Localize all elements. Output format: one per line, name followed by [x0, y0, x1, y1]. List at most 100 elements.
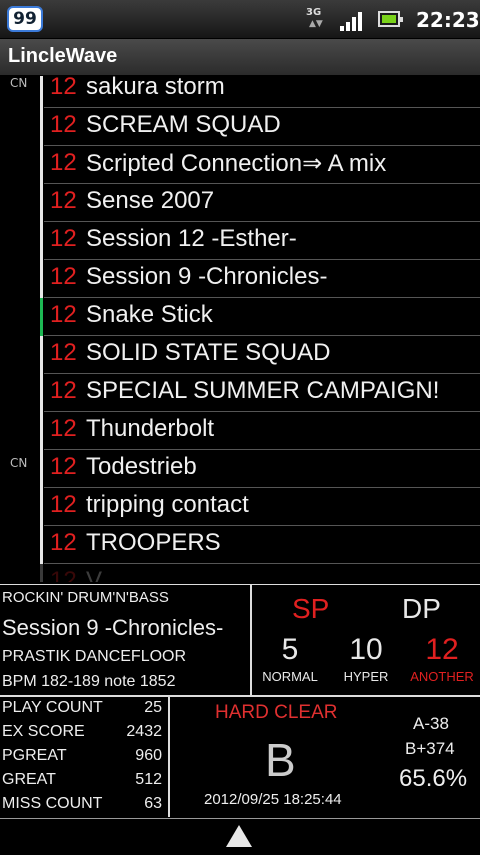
- difficulty-level: 10: [349, 633, 383, 666]
- difficulty-hyper[interactable]: 10 HYPER: [328, 633, 404, 684]
- song-row[interactable]: 12 SPECIAL SUMMER CAMPAIGN!: [0, 374, 480, 412]
- song-level: 12: [50, 76, 77, 100]
- song-row[interactable]: CN 12 sakura storm: [0, 76, 480, 108]
- song-artist: PRASTIK DANCEFLOOR: [2, 648, 187, 665]
- song-level: 12: [50, 263, 77, 290]
- song-list[interactable]: CN 12 sakura storm 12 SCREAM SQUAD 12 Sc…: [0, 76, 480, 582]
- stat-row: PGREAT 960: [0, 745, 166, 769]
- song-name: Todestrieb: [86, 453, 197, 480]
- score-percent: 65.6%: [399, 765, 468, 792]
- song-row[interactable]: 12 Sense 2007: [0, 184, 480, 222]
- stat-row: EX SCORE 2432: [0, 721, 166, 745]
- selected-indicator: [40, 298, 43, 336]
- song-row[interactable]: 12 SCREAM SQUAD: [0, 108, 480, 146]
- stat-label: GREAT: [2, 771, 56, 788]
- song-level: 12: [50, 225, 77, 252]
- arrow-up-icon[interactable]: [226, 825, 252, 847]
- difficulty-level: 5: [281, 633, 299, 666]
- row-indicator: [40, 222, 43, 260]
- bpm-note-info: BPM 182-189 note 1852: [2, 673, 176, 690]
- song-level: 12: [50, 415, 77, 442]
- app-title: LincleWave: [8, 45, 118, 67]
- row-indicator: [40, 488, 43, 526]
- bottom-bar: [0, 818, 480, 855]
- battery-icon: [378, 11, 403, 27]
- clear-lamp: HARD CLEAR: [215, 702, 338, 723]
- app-title-bar: LincleWave: [0, 39, 480, 75]
- stat-row: PLAY COUNT 25: [0, 697, 166, 721]
- song-row[interactable]: 12 V: [0, 564, 480, 582]
- stat-label: EX SCORE: [2, 723, 85, 740]
- difficulty-another[interactable]: 12 ANOTHER: [404, 633, 480, 684]
- song-name: tripping contact: [86, 491, 249, 518]
- song-row[interactable]: 12 Scripted Connection⇒ A mix: [0, 146, 480, 184]
- dp-mode-button[interactable]: DP: [402, 593, 441, 625]
- song-name: Scripted Connection⇒ A mix: [86, 150, 387, 177]
- song-name: sakura storm: [86, 76, 225, 100]
- stat-value: 25: [144, 699, 162, 716]
- row-indicator: [40, 108, 43, 146]
- song-row[interactable]: 12 Thunderbolt: [0, 412, 480, 450]
- song-row[interactable]: 12 Session 9 -Chronicles-: [0, 260, 480, 298]
- song-row[interactable]: 12 tripping contact: [0, 488, 480, 526]
- song-detail-panel: ROCKIN' DRUM'N'BASS Session 9 -Chronicle…: [0, 584, 480, 817]
- row-indicator: [40, 564, 43, 582]
- row-indicator: [40, 336, 43, 374]
- stat-value: 63: [144, 795, 162, 812]
- dj-grade: B: [265, 734, 296, 786]
- difficulty-label: HYPER: [343, 669, 389, 684]
- score-stats: PLAY COUNT 25 EX SCORE 2432 PGREAT 960 G…: [0, 697, 170, 817]
- chart-type-tag: CN: [10, 456, 28, 470]
- difficulty-level: 12: [425, 633, 459, 666]
- song-name: Session 9 -Chronicles-: [86, 263, 328, 290]
- song-info: ROCKIN' DRUM'N'BASS Session 9 -Chronicle…: [0, 585, 252, 695]
- song-name: Session 12 -Esther-: [86, 225, 297, 252]
- song-row[interactable]: 12 TROOPERS: [0, 526, 480, 564]
- song-level: 12: [50, 529, 77, 556]
- row-indicator: [40, 76, 43, 108]
- song-name: Snake Stick: [86, 301, 213, 328]
- network-type: 3G: [306, 7, 322, 18]
- status-bar: 99 3G ▲▼ 22:23: [0, 0, 480, 39]
- song-name: SCREAM SQUAD: [86, 111, 281, 138]
- stat-value: 512: [135, 771, 162, 788]
- chart-type-tag: CN: [10, 76, 28, 90]
- song-name: SOLID STATE SQUAD: [86, 339, 331, 366]
- song-level: 12: [50, 453, 77, 480]
- song-level: 12: [50, 567, 77, 582]
- row-indicator: [40, 374, 43, 412]
- song-level: 12: [50, 301, 77, 328]
- difficulty-label: ANOTHER: [410, 669, 474, 684]
- song-level: 12: [50, 187, 77, 214]
- song-row[interactable]: 12 Session 12 -Esther-: [0, 222, 480, 260]
- song-title: Session 9 -Chronicles-: [2, 615, 224, 640]
- difficulty-normal[interactable]: 5 NORMAL: [252, 633, 328, 684]
- play-date: 2012/09/25 18:25:44: [204, 791, 342, 808]
- song-name: SPECIAL SUMMER CAMPAIGN!: [86, 377, 440, 404]
- stat-label: PLAY COUNT: [2, 699, 103, 716]
- song-row-selected[interactable]: 12 Snake Stick: [0, 298, 480, 336]
- difficulty-selector: SP DP 5 NORMAL 10 HYPER 12 ANOTHER: [252, 585, 480, 695]
- song-row[interactable]: CN 12 Todestrieb: [0, 450, 480, 488]
- stat-label: PGREAT: [2, 747, 67, 764]
- stat-value: 2432: [126, 723, 162, 740]
- row-indicator: [40, 450, 43, 488]
- stat-label: MISS COUNT: [2, 795, 103, 812]
- song-name: TROOPERS: [86, 529, 221, 556]
- row-indicator: [40, 260, 43, 298]
- song-level: 12: [50, 149, 77, 176]
- row-indicator: [40, 146, 43, 184]
- notification-badge-icon[interactable]: 99: [7, 6, 43, 32]
- clock: 22:23: [416, 8, 480, 32]
- song-level: 12: [50, 491, 77, 518]
- row-indicator: [40, 184, 43, 222]
- song-name: V: [86, 567, 103, 582]
- sp-mode-button[interactable]: SP: [292, 593, 329, 625]
- song-level: 12: [50, 377, 77, 404]
- song-row[interactable]: 12 SOLID STATE SQUAD: [0, 336, 480, 374]
- rank-target: A-38: [413, 714, 449, 733]
- stat-value: 960: [135, 747, 162, 764]
- score-result: HARD CLEAR B 2012/09/25 18:25:44 A-38 B+…: [170, 697, 480, 817]
- data-activity-icon: ▲▼: [309, 19, 323, 29]
- song-genre: ROCKIN' DRUM'N'BASS: [2, 589, 169, 606]
